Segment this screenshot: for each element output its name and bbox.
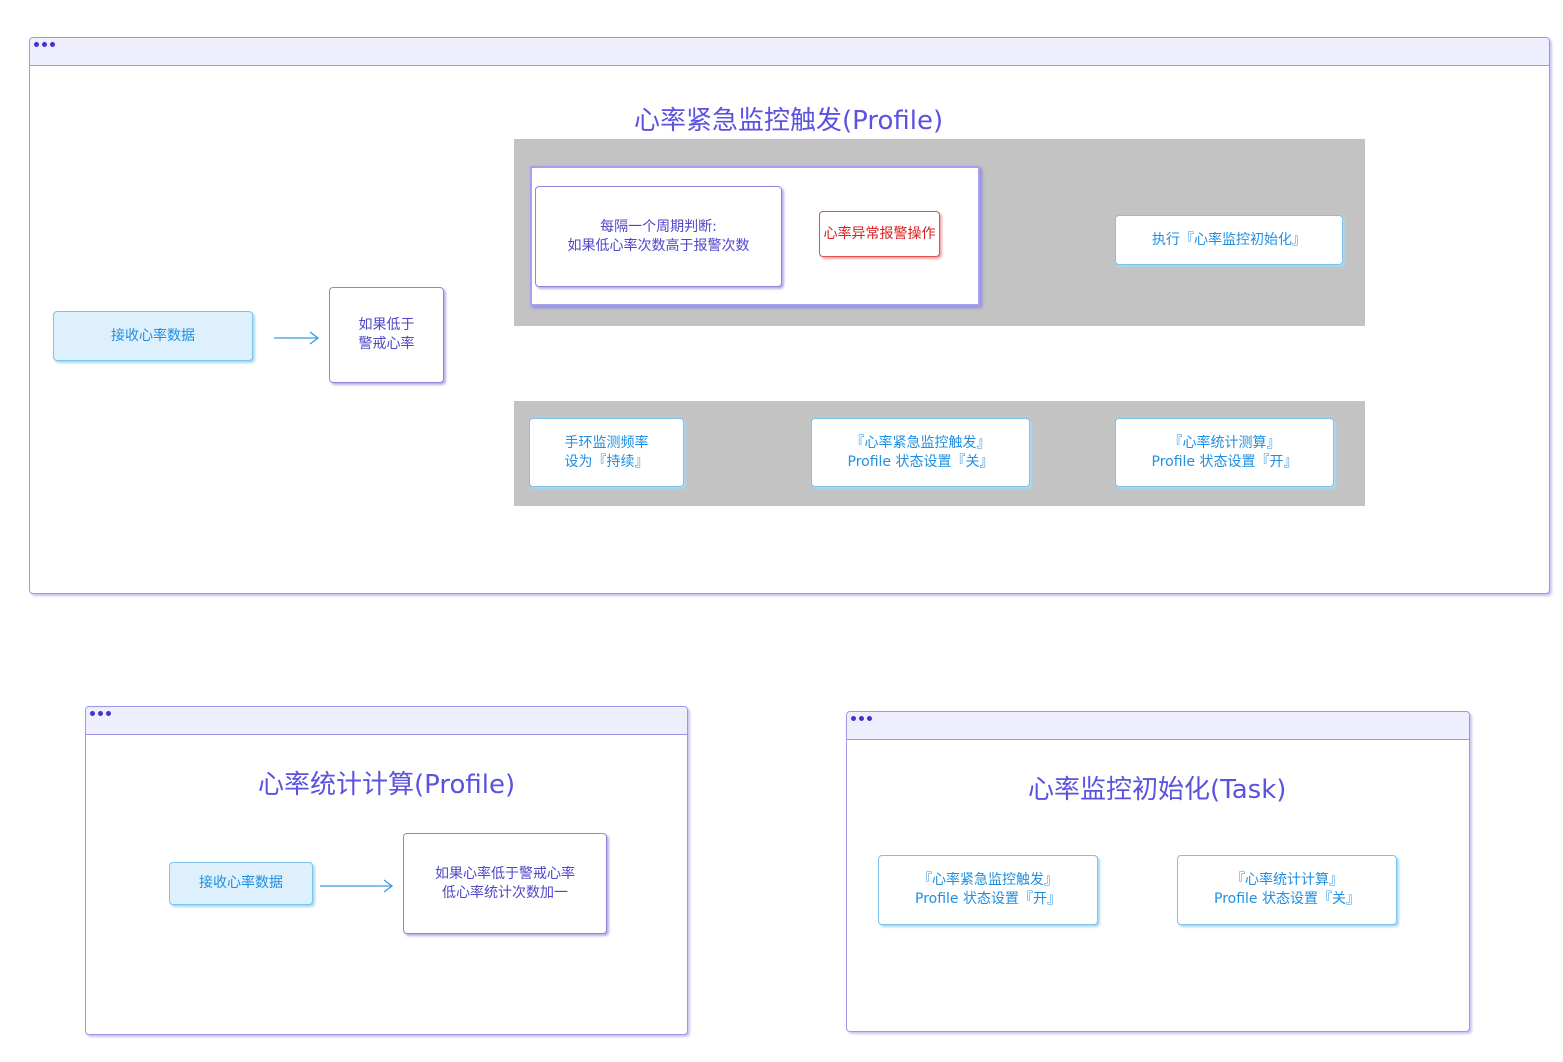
stats-condition-line-2: 低心率统计次数加一 [442, 884, 568, 901]
set-emergency-on-line-1: 『心率紧急监控触发』 [917, 872, 1058, 888]
set-stats-off-line-2: Profile 状态设置『关』 [1214, 891, 1360, 907]
set-stats-off-node: 『心率统计计算』 Profile 状态设置『关』 [1177, 855, 1397, 925]
set-emergency-off-line-1: 『心率紧急监控触发』 [850, 434, 991, 451]
stats-condition-node: 如果心率低于警戒心率 低心率统计次数加一 [403, 833, 607, 934]
init-title: 心率监控初始化(Task) [1028, 775, 1287, 805]
emergency-condition-line-1: 如果低于 [358, 317, 415, 333]
emergency-receive-node: 接收心率数据 [53, 311, 253, 361]
set-stats-off-line-1: 『心率统计计算』 [1230, 872, 1343, 888]
window-dot-icon [851, 716, 856, 721]
window-dot-icon [50, 42, 55, 47]
stats-condition-line-1: 如果心率低于警戒心率 [435, 865, 575, 882]
set-stats-on-line-1: 『心率统计测算』 [1168, 434, 1281, 451]
periodic-check-line-2: 如果低心率次数高于报警次数 [567, 237, 750, 254]
periodic-check-line-1: 每隔一个周期判断: [600, 218, 717, 235]
alarm-action-node: 心率异常报警操作 [819, 211, 940, 257]
stats-title: 心率统计计算(Profile) [258, 770, 516, 800]
window-dot-icon [867, 716, 872, 721]
window-dot-icon [42, 42, 47, 47]
emergency-title: 心率紧急监控触发(Profile) [634, 106, 944, 136]
run-init-label: 执行『心率监控初始化』 [1152, 231, 1306, 248]
stats-receive-label: 接收心率数据 [199, 875, 283, 891]
stats-receive-node: 接收心率数据 [169, 862, 313, 905]
set-emergency-off-line-2: Profile 状态设置『关』 [847, 453, 994, 470]
window-dot-icon [90, 711, 95, 716]
stats-flow-arrow [320, 879, 394, 893]
window-controls [851, 716, 872, 721]
alarm-action-label: 心率异常报警操作 [823, 225, 936, 242]
set-stats-on-line-2: Profile 状态设置『开』 [1151, 453, 1298, 470]
window-dot-icon [34, 42, 39, 47]
window-dot-icon [98, 711, 103, 716]
set-frequency-line-1: 手环监测频率 [564, 434, 649, 451]
set-frequency-node: 手环监测频率 设为『持续』 [529, 418, 684, 487]
emergency-condition-node: 如果低于 警戒心率 [329, 287, 444, 383]
stats-window-titlebar [86, 707, 687, 735]
init-window-titlebar [847, 712, 1469, 740]
emergency-receive-label: 接收心率数据 [111, 327, 195, 344]
emergency-flow-arrow [274, 331, 320, 345]
set-frequency-line-2: 设为『持续』 [564, 453, 649, 470]
window-dot-icon [859, 716, 864, 721]
set-emergency-on-node: 『心率紧急监控触发』 Profile 状态设置『开』 [878, 855, 1098, 925]
emergency-condition-line-2: 警戒心率 [358, 336, 415, 352]
window-dot-icon [106, 711, 111, 716]
set-emergency-off-node: 『心率紧急监控触发』 Profile 状态设置『关』 [811, 418, 1030, 487]
set-emergency-on-line-2: Profile 状态设置『开』 [915, 891, 1061, 907]
emergency-window-titlebar [30, 38, 1549, 66]
window-controls [34, 42, 55, 47]
window-controls [90, 711, 111, 716]
set-stats-on-node: 『心率统计测算』 Profile 状态设置『开』 [1115, 418, 1334, 487]
run-init-node: 执行『心率监控初始化』 [1115, 215, 1343, 265]
periodic-check-node: 每隔一个周期判断: 如果低心率次数高于报警次数 [535, 186, 782, 287]
